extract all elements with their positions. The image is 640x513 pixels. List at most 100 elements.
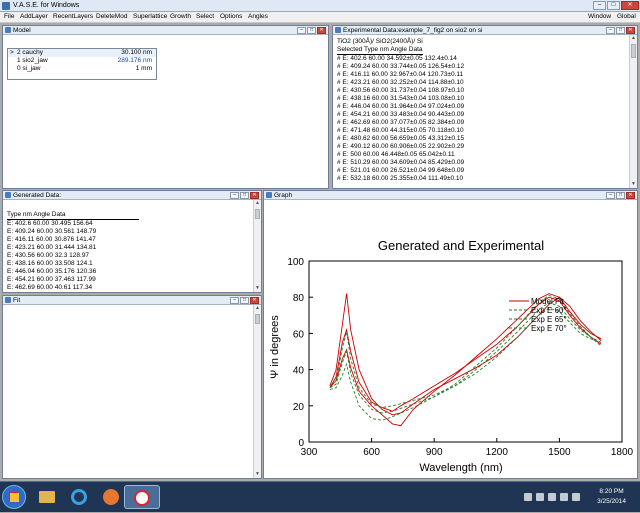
minimize-icon[interactable]: –: [230, 192, 239, 199]
tray-flag-icon[interactable]: [524, 493, 532, 501]
table-row[interactable]: E: 454.21 60.00 37.463 117.99: [7, 276, 96, 284]
menu-file[interactable]: File: [4, 13, 14, 20]
y-tick-label: 40: [293, 366, 305, 377]
close-icon[interactable]: ✕: [317, 27, 326, 34]
table-row[interactable]: # E: 490.12 60.00 60.906±0.05 22.902±0.2…: [337, 143, 464, 151]
tray-app-icon[interactable]: [536, 493, 544, 501]
chart-title: Generated and Experimental: [378, 238, 544, 253]
taskbar-firefox-button[interactable]: [96, 485, 126, 509]
table-row[interactable]: E: 430.56 60.00 32.3 128.97: [7, 252, 89, 260]
restore-icon[interactable]: □: [307, 27, 316, 34]
table-row[interactable]: E: 416.11 60.00 30.876 141.47: [7, 236, 96, 244]
table-row[interactable]: # E: 480.62 60.00 56.659±0.05 43.312±0.1…: [337, 135, 464, 143]
model-window-caption[interactable]: Model – □ ✕: [3, 26, 328, 35]
taskbar-explorer-button[interactable]: [32, 485, 62, 509]
menu-superlattice[interactable]: Superlattice: [133, 13, 167, 20]
table-row[interactable]: # E: 409.24 60.00 33.744±0.05 126.54±0.1…: [337, 63, 464, 71]
close-icon[interactable]: ✕: [250, 297, 259, 304]
menu-growth[interactable]: Growth: [170, 13, 191, 20]
minimize-icon[interactable]: –: [297, 27, 306, 34]
window-icon: [5, 192, 11, 198]
menu-deletemod[interactable]: DeleteMod: [96, 13, 127, 20]
menu-window[interactable]: Window: [588, 13, 611, 20]
tray-power-icon[interactable]: [572, 493, 580, 501]
menu-addlayer[interactable]: AddLayer: [20, 13, 48, 20]
browser-icon: [71, 489, 87, 505]
close-icon[interactable]: ✕: [626, 192, 635, 199]
scroll-up-icon[interactable]: ▲: [254, 200, 261, 207]
table-row[interactable]: E: 402.6 60.00 30.495 156.64: [7, 220, 93, 228]
restore-icon[interactable]: □: [240, 192, 249, 199]
table-row[interactable]: # E: 471.48 60.00 44.315±0.05 70.118±0.1…: [337, 127, 464, 135]
table-row[interactable]: # E: 402.6 60.00 34.592±0.05 132.4±0.14: [337, 55, 457, 63]
table-row[interactable]: # E: 423.21 60.00 32.252±0.04 114.88±0.1…: [337, 79, 464, 87]
layer-thickness: 30.100 nm: [121, 49, 152, 56]
system-tray: 8:20 PM 3/25/2014: [440, 482, 640, 513]
generated-scrollbar[interactable]: ▲ ▼: [253, 200, 261, 292]
scroll-down-icon[interactable]: ▼: [254, 471, 261, 478]
table-row[interactable]: E: 438.16 60.00 33.508 124.1: [7, 260, 93, 268]
scrollbar-thumb[interactable]: [255, 209, 260, 219]
table-row[interactable]: # E: 416.11 60.00 32.967±0.04 120.73±0.1…: [337, 71, 463, 79]
start-button[interactable]: [2, 485, 26, 509]
table-row[interactable]: # E: 430.56 60.00 31.737±0.04 108.97±0.1…: [337, 87, 464, 95]
x-tick-label: 1800: [611, 447, 634, 458]
experimental-window-caption[interactable]: Experimental Data:example_7_fig2 on sio2…: [333, 26, 637, 35]
fit-scrollbar[interactable]: ▲ ▼: [253, 305, 261, 478]
minimize-button[interactable]: –: [593, 1, 606, 10]
menu-angles[interactable]: Angles: [248, 13, 268, 20]
table-row[interactable]: # E: 500 60.00 46.448±0.05 65.042±0.11: [337, 151, 455, 159]
scroll-down-icon[interactable]: ▼: [630, 181, 637, 188]
menu-options[interactable]: Options: [220, 13, 242, 20]
model-layer-row[interactable]: 1 sio2_jaw 289.176 nm: [8, 57, 156, 65]
table-row[interactable]: # E: 532.18 60.00 25.355±0.04 111.49±0.1…: [337, 175, 463, 183]
table-row[interactable]: # E: 462.69 60.00 37.077±0.05 82.384±0.0…: [337, 119, 464, 127]
minimize-icon[interactable]: –: [606, 192, 615, 199]
close-button[interactable]: ✕: [621, 1, 639, 10]
table-row[interactable]: # E: 438.16 60.00 31.543±0.04 103.08±0.1…: [337, 95, 464, 103]
graph-window-caption[interactable]: Graph – □ ✕: [264, 191, 637, 200]
clock-date: 3/25/2014: [597, 498, 626, 505]
menu-recentlayers[interactable]: RecentLayers: [53, 13, 93, 20]
restore-icon[interactable]: □: [616, 27, 625, 34]
minimize-icon[interactable]: –: [606, 27, 615, 34]
scrollbar-thumb[interactable]: [255, 314, 260, 324]
table-row[interactable]: # E: 446.04 60.00 31.964±0.04 97.024±0.0…: [337, 103, 464, 111]
model-layer-row[interactable]: 0 si_jaw 1 mm: [8, 65, 156, 73]
maximize-button[interactable]: □: [607, 1, 620, 10]
scroll-up-icon[interactable]: ▲: [630, 35, 637, 42]
close-icon[interactable]: ✕: [626, 27, 635, 34]
x-tick-label: 900: [426, 447, 443, 458]
minimize-icon[interactable]: –: [230, 297, 239, 304]
generated-data-window: Generated Data: – □ ✕ Type nm Angle Data…: [2, 190, 262, 293]
experimental-data-window: Experimental Data:example_7_fig2 on sio2…: [332, 25, 638, 189]
tray-volume-icon[interactable]: [560, 493, 568, 501]
graph-canvas[interactable]: Generated and Experimental Ψ in degrees …: [264, 201, 637, 479]
fit-window-caption[interactable]: Fit – □ ✕: [3, 296, 261, 305]
scrollbar-thumb[interactable]: [631, 44, 636, 58]
restore-icon[interactable]: □: [240, 297, 249, 304]
menu-select[interactable]: Select: [196, 13, 214, 20]
generated-window-caption[interactable]: Generated Data: – □ ✕: [3, 191, 261, 200]
menu-global[interactable]: Global: [617, 13, 636, 20]
scroll-down-icon[interactable]: ▼: [254, 285, 261, 292]
table-row[interactable]: E: 409.24 60.00 30.561 148.79: [7, 228, 96, 236]
taskbar-ie-button[interactable]: [64, 485, 94, 509]
clock[interactable]: 8:20 PM 3/25/2014: [597, 487, 626, 507]
table-row[interactable]: E: 446.04 60.00 35.176 120.36: [7, 268, 96, 276]
layer-name: 1 sio2_jaw: [17, 57, 48, 64]
table-row[interactable]: # E: 510.29 60.00 34.609±0.04 85.429±0.0…: [337, 159, 464, 167]
close-icon[interactable]: ✕: [250, 192, 259, 199]
table-row[interactable]: E: 462.69 60.00 40.61 117.34: [7, 284, 92, 292]
model-layer-list[interactable]: > 2 cauchy 30.100 nm 1 sio2_jaw 289.176 …: [7, 48, 157, 80]
scroll-up-icon[interactable]: ▲: [254, 305, 261, 312]
table-row[interactable]: E: 423.21 60.00 31.444 134.81: [7, 244, 96, 252]
table-row[interactable]: # E: 454.21 60.00 33.483±0.04 90.443±0.0…: [337, 111, 464, 119]
restore-icon[interactable]: □: [616, 192, 625, 199]
layer-thickness: 289.176 nm: [117, 57, 152, 64]
tray-network-icon[interactable]: [548, 493, 556, 501]
taskbar-vase-button[interactable]: [124, 485, 160, 509]
model-layer-row[interactable]: > 2 cauchy 30.100 nm: [8, 49, 156, 57]
experimental-scrollbar[interactable]: ▲ ▼: [629, 35, 637, 188]
table-row[interactable]: # E: 521.01 60.00 26.521±0.04 99.648±0.0…: [337, 167, 464, 175]
